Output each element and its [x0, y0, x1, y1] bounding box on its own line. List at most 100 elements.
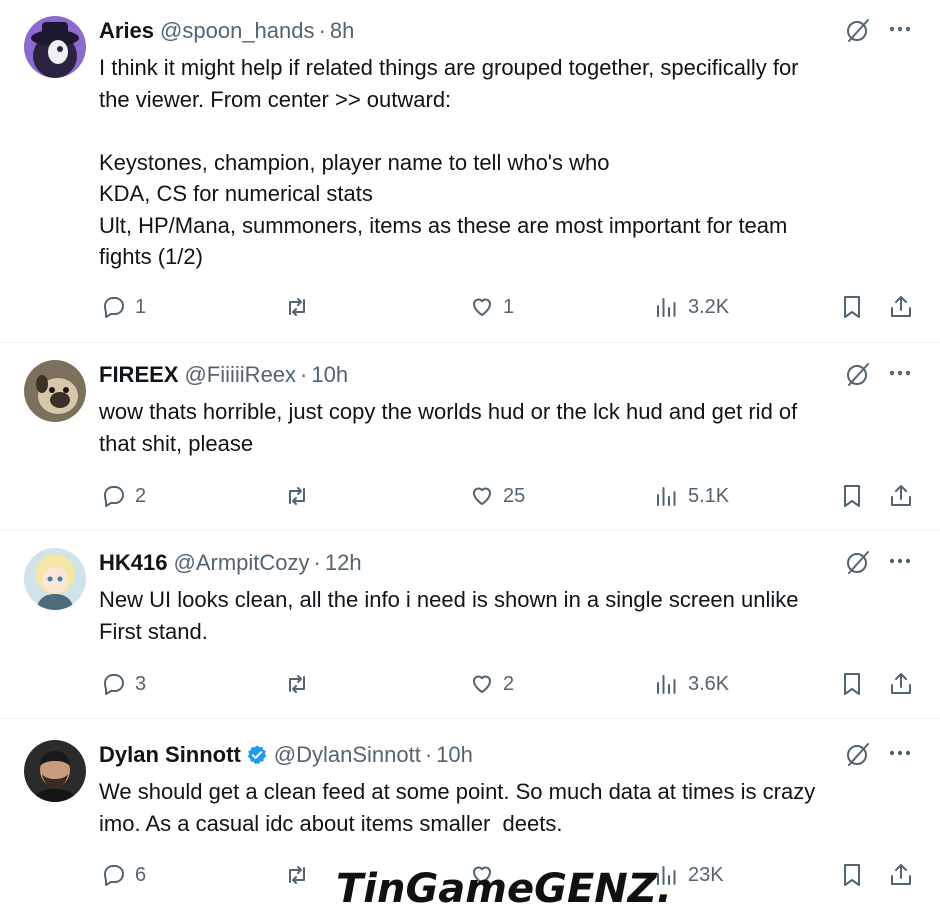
view-count: 5.1K [688, 484, 730, 507]
bookmark-icon [844, 485, 860, 507]
share-button[interactable] [888, 481, 914, 511]
timestamp[interactable]: 8h [330, 18, 354, 44]
separator: · [300, 362, 308, 387]
masked-character-avatar-icon [24, 16, 86, 78]
view-count: 3.6K [688, 672, 730, 695]
share-icon [891, 673, 911, 694]
like-button[interactable]: 2 [469, 669, 514, 699]
author-name[interactable]: FIREEX [99, 362, 178, 388]
author-name[interactable]: Dylan Sinnott [99, 742, 241, 768]
reply-icon [104, 674, 124, 695]
tweet-actions: 3 2 3.6K [0, 669, 940, 699]
views-chart-icon [657, 487, 676, 506]
heart-icon [473, 298, 491, 316]
repost-icon [289, 675, 305, 693]
anime-girl-avatar-icon [24, 548, 86, 610]
repost-icon [289, 298, 305, 316]
bookmark-button[interactable] [839, 292, 865, 322]
view-count: 23K [688, 863, 724, 886]
author-handle[interactable]: @FiiiiiReex [184, 362, 296, 388]
tweet-text: We should get a clean feed at some point… [99, 779, 816, 836]
tweet-header: Aries @spoon_hands · 8h [99, 18, 354, 44]
timestamp[interactable]: 10h [436, 742, 473, 768]
grok-icon[interactable] [844, 16, 872, 44]
author-handle[interactable]: @DylanSinnott [274, 742, 421, 768]
views-chart-icon [657, 675, 676, 694]
separator: · [318, 18, 326, 43]
author-handle[interactable]: @spoon_hands [160, 18, 314, 44]
repost-button[interactable] [284, 481, 318, 511]
tweet-header: HK416 @ArmpitCozy · 12h [99, 550, 362, 576]
reply-button[interactable]: 1 [101, 292, 146, 322]
heart-icon [473, 487, 491, 505]
separator: · [313, 550, 321, 575]
grok-icon[interactable] [844, 548, 872, 576]
more-options-icon[interactable] [887, 360, 913, 386]
avatar[interactable] [24, 548, 86, 610]
reply-icon [104, 486, 124, 507]
tweet-actions: 1 1 3.2K [0, 292, 940, 322]
repost-button[interactable] [284, 860, 318, 890]
author-handle[interactable]: @ArmpitCozy [173, 550, 309, 576]
views-button[interactable]: 3.6K [654, 669, 729, 699]
bookmark-icon [844, 864, 860, 886]
more-options-icon[interactable] [887, 548, 913, 574]
views-button[interactable]: 5.1K [654, 481, 729, 511]
reply-button[interactable]: 2 [101, 481, 146, 511]
repost-button[interactable] [284, 669, 318, 699]
like-count: 1 [503, 295, 515, 318]
heart-icon [473, 675, 491, 693]
tweet-text: wow thats horrible, just copy the worlds… [99, 399, 798, 456]
bearded-man-avatar-icon [24, 740, 86, 802]
bookmark-icon [844, 296, 860, 318]
more-options-icon[interactable] [887, 16, 913, 42]
author-name[interactable]: HK416 [99, 550, 167, 576]
like-count: 25 [503, 484, 526, 507]
reply-button[interactable]: 6 [101, 860, 146, 890]
bookmark-icon [844, 673, 860, 695]
more-options-icon[interactable] [887, 740, 913, 766]
timestamp[interactable]: 10h [311, 362, 348, 388]
bookmark-button[interactable] [839, 860, 865, 890]
reply-icon [104, 297, 124, 318]
pug-avatar-icon [24, 360, 86, 422]
views-button[interactable]: 3.2K [654, 292, 729, 322]
share-icon [891, 485, 911, 506]
avatar[interactable] [24, 16, 86, 78]
share-button[interactable] [888, 860, 914, 890]
timestamp[interactable]: 12h [325, 550, 362, 576]
tweet-header: FIREEX @FiiiiiReex · 10h [99, 362, 348, 388]
tweet-text: New UI looks clean, all the info i need … [99, 587, 799, 644]
repost-button[interactable] [284, 292, 318, 322]
reply-icon [104, 865, 124, 886]
tweet-text: I think it might help if related things … [99, 55, 799, 269]
reply-button[interactable]: 3 [101, 669, 146, 699]
like-count: 2 [503, 672, 515, 695]
watermark-text-1: TinGame [336, 866, 535, 912]
bookmark-button[interactable] [839, 481, 865, 511]
verified-badge-icon [247, 745, 266, 765]
reply-count: 2 [135, 484, 147, 507]
grok-icon[interactable] [844, 740, 872, 768]
author-name[interactable]: Aries [99, 18, 154, 44]
share-icon [891, 296, 911, 317]
view-count: 3.2K [688, 295, 730, 318]
tweet-1[interactable]: Aries @spoon_hands · 8h I think it might… [0, 0, 940, 343]
tweet-3[interactable]: HK416 @ArmpitCozy · 12h New UI looks cle… [0, 532, 940, 719]
avatar[interactable] [24, 360, 86, 422]
repost-icon [289, 487, 305, 505]
grok-icon[interactable] [844, 360, 872, 388]
site-watermark: TinGameGENZ. [336, 866, 672, 912]
avatar[interactable] [24, 740, 86, 802]
reply-count: 3 [135, 672, 147, 695]
tweet-2[interactable]: FIREEX @FiiiiiReex · 10h wow thats horri… [0, 344, 940, 531]
like-button[interactable]: 1 [469, 292, 514, 322]
views-chart-icon [657, 298, 676, 317]
bookmark-button[interactable] [839, 669, 865, 699]
separator: · [424, 742, 433, 767]
share-icon [891, 864, 911, 885]
watermark-text-2: GENZ. [534, 866, 672, 912]
like-button[interactable]: 25 [469, 481, 525, 511]
share-button[interactable] [888, 292, 914, 322]
share-button[interactable] [888, 669, 914, 699]
